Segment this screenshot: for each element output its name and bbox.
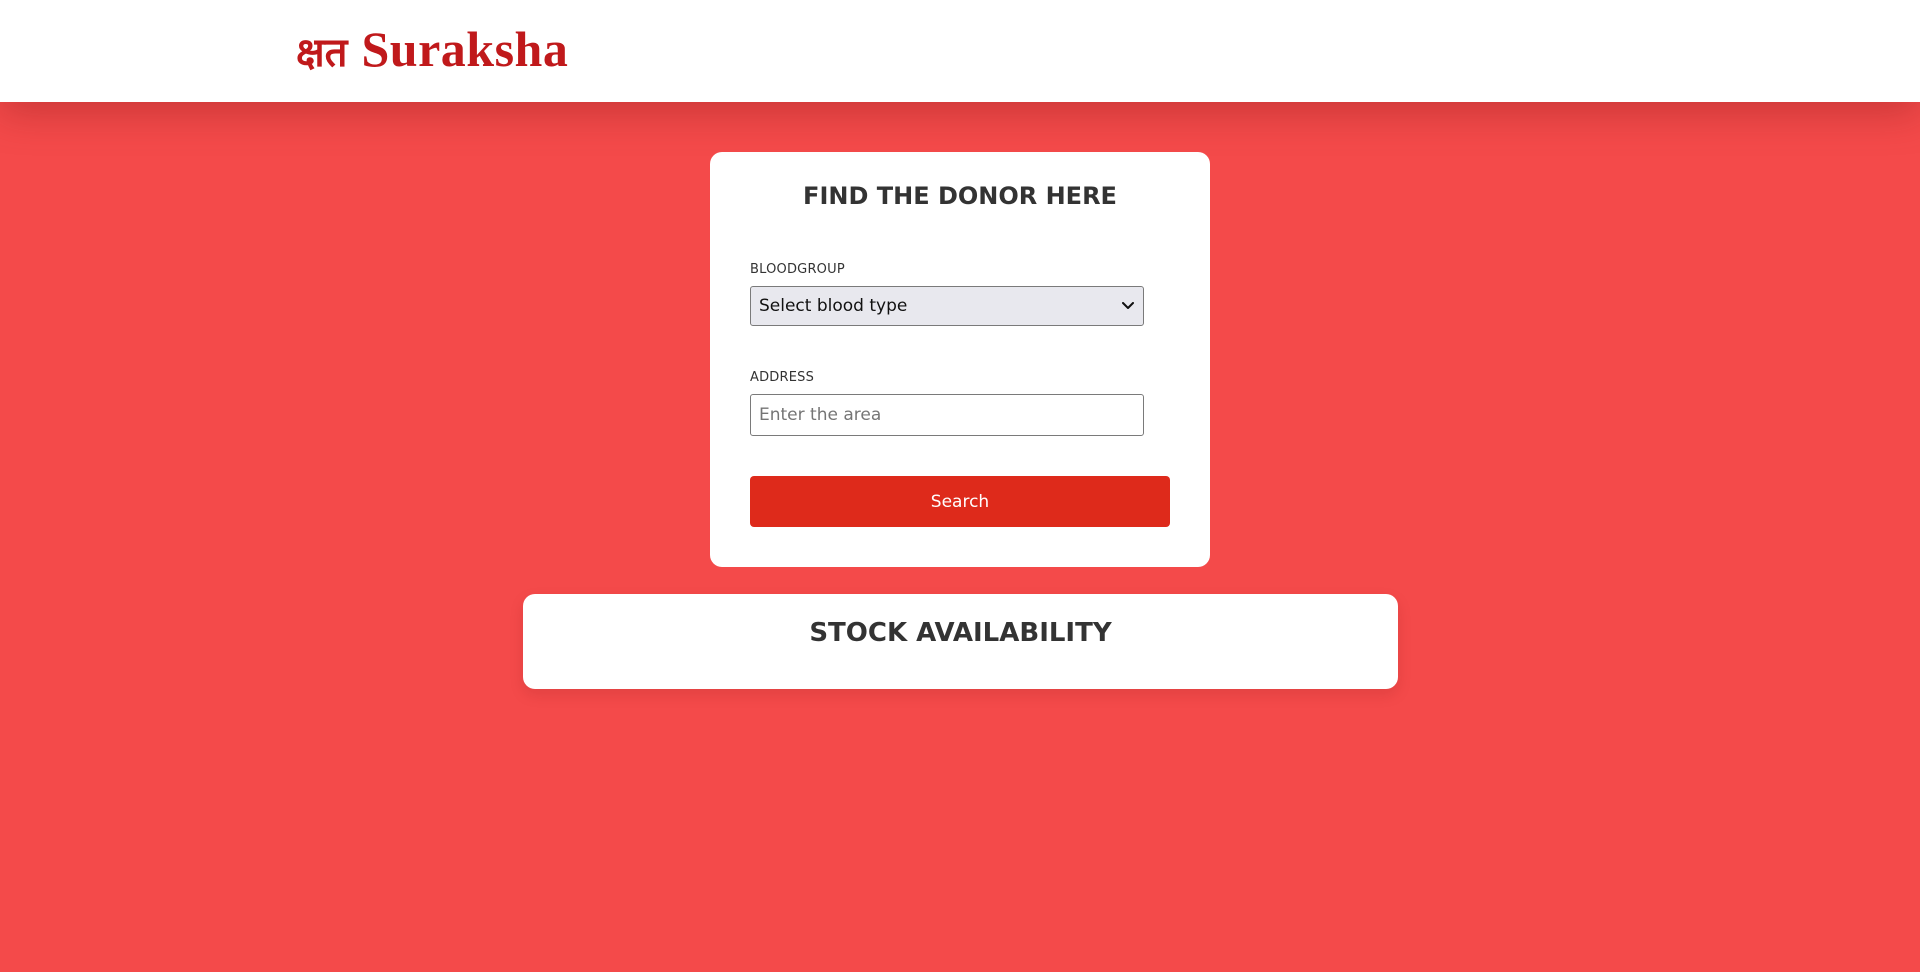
site-logo[interactable]: क्षत Suraksha bbox=[296, 20, 568, 80]
stock-availability-title: STOCK AVAILABILITY bbox=[809, 618, 1112, 648]
find-donor-title: FIND THE DONOR HERE bbox=[803, 182, 1117, 210]
logo-text: Suraksha bbox=[361, 21, 569, 77]
bloodgroup-label: BLOODGROUP bbox=[750, 262, 845, 277]
bloodgroup-select-value: Select blood type bbox=[759, 296, 908, 316]
logo-glyph: क्षत bbox=[296, 30, 348, 76]
address-label: ADDRESS bbox=[750, 370, 815, 385]
site-header: क्षत Suraksha bbox=[0, 0, 1920, 102]
stock-availability-card: STOCK AVAILABILITY bbox=[523, 594, 1398, 689]
search-button[interactable]: Search bbox=[750, 476, 1170, 527]
address-input[interactable] bbox=[750, 394, 1144, 436]
bloodgroup-select[interactable]: Select blood type bbox=[750, 286, 1144, 326]
find-donor-card: FIND THE DONOR HERE BLOODGROUP Select bl… bbox=[710, 152, 1210, 567]
chevron-down-icon bbox=[1121, 299, 1135, 313]
